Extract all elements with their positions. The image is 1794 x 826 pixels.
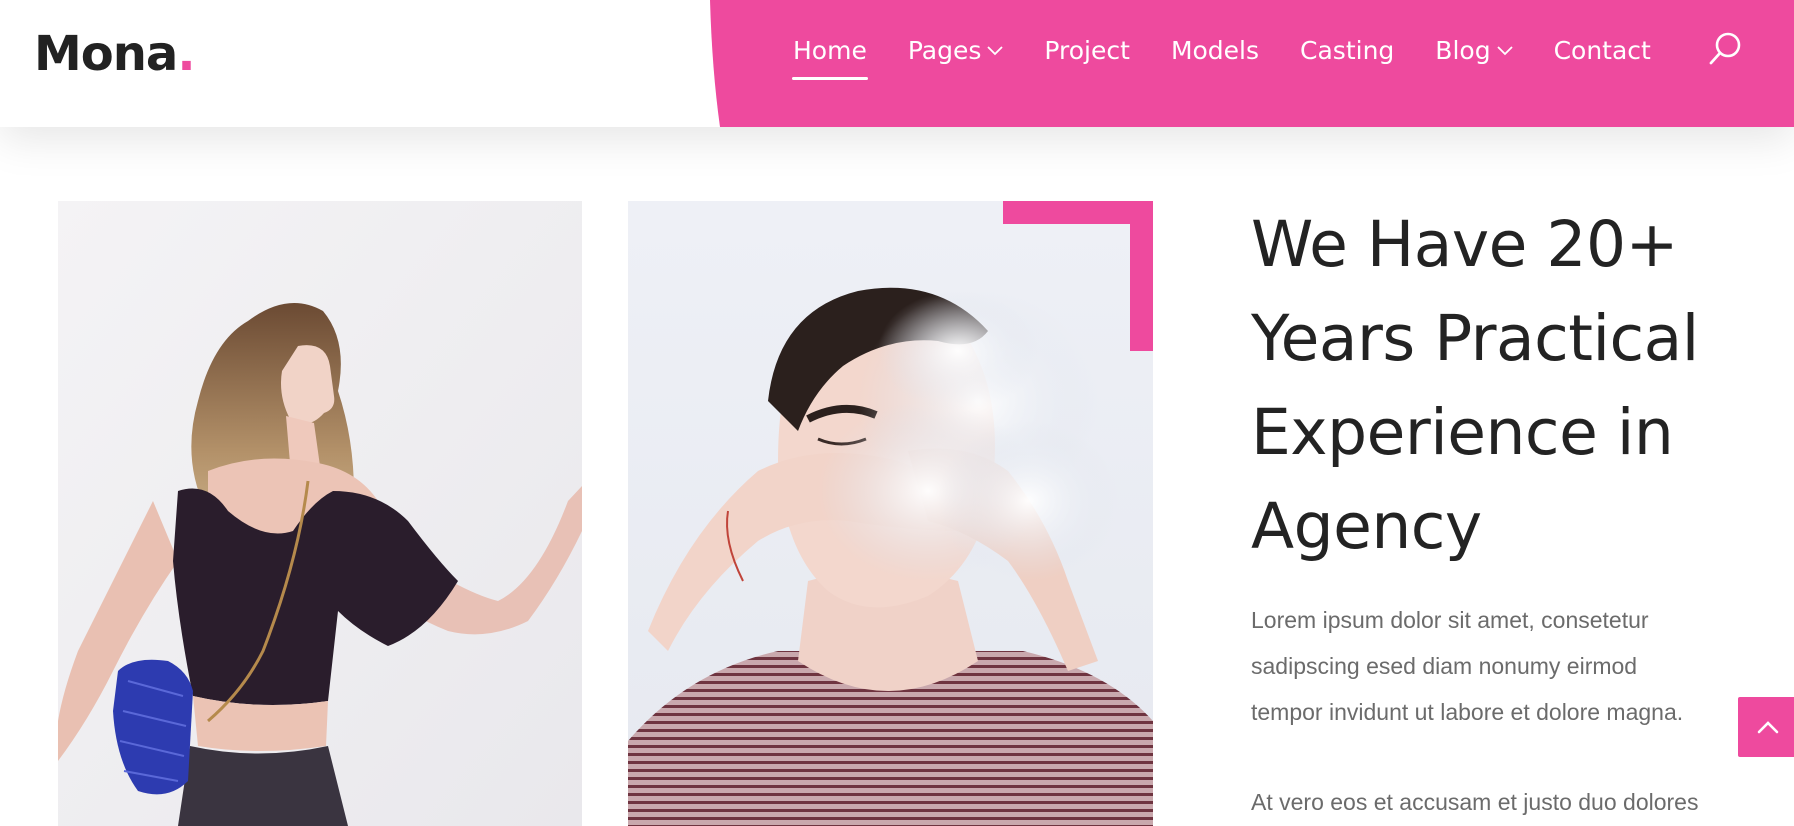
heading-line: Agency [1251,490,1482,563]
paragraph-line: sadipscing esed diam nonumy eirmod [1251,653,1638,679]
paragraph-line: Lorem ipsum dolor sit amet, consetetur [1251,607,1649,633]
nav-label: Project [1044,36,1130,65]
chevron-down-icon [1496,46,1513,56]
chevron-up-icon [1757,721,1779,734]
logo-dot: . [177,26,195,82]
paragraph-line: tempor invidunt ut labore et dolore magn… [1251,699,1684,725]
logo-text: Mona [34,26,178,82]
search-icon [1709,32,1741,65]
site-logo[interactable]: Mona. [34,26,196,82]
nav-item-project[interactable]: Project [1044,30,1130,72]
nav-label: Models [1170,36,1260,65]
nav-item-contact[interactable]: Contact [1554,30,1651,72]
about-heading: We Have 20+ Years Practical Experience i… [1251,198,1771,574]
nav-item-blog[interactable]: Blog [1435,30,1513,72]
nav-item-pages[interactable]: Pages [908,30,1004,72]
scroll-to-top-button[interactable] [1738,697,1794,757]
site-header: Mona. Home Pages Project Models Casting … [0,0,1794,127]
nav-label: Contact [1553,36,1651,65]
nav-label: Pages [907,36,982,65]
heading-line: We Have 20+ [1251,208,1678,281]
chevron-down-icon [987,46,1004,56]
nav-label: Blog [1435,36,1491,65]
heading-line: Years Practical [1251,302,1699,375]
nav-label: Casting [1300,36,1395,65]
heading-line: Experience in [1251,396,1674,469]
main-nav: Home Pages Project Models Casting Blog C… [792,30,1692,80]
nav-item-models[interactable]: Models [1171,30,1259,72]
male-model-smoke-photo [628,201,1153,826]
search-button[interactable] [1708,30,1744,70]
nav-item-casting[interactable]: Casting [1300,30,1394,72]
nav-label: Home [793,36,867,65]
female-model-photo [58,201,582,826]
about-paragraph-2: At vero eos et accusam et justo duo dolo… [1251,789,1699,815]
about-paragraph: Lorem ipsum dolor sit amet, consetetur s… [1251,597,1731,735]
nav-item-home[interactable]: Home [792,30,868,80]
